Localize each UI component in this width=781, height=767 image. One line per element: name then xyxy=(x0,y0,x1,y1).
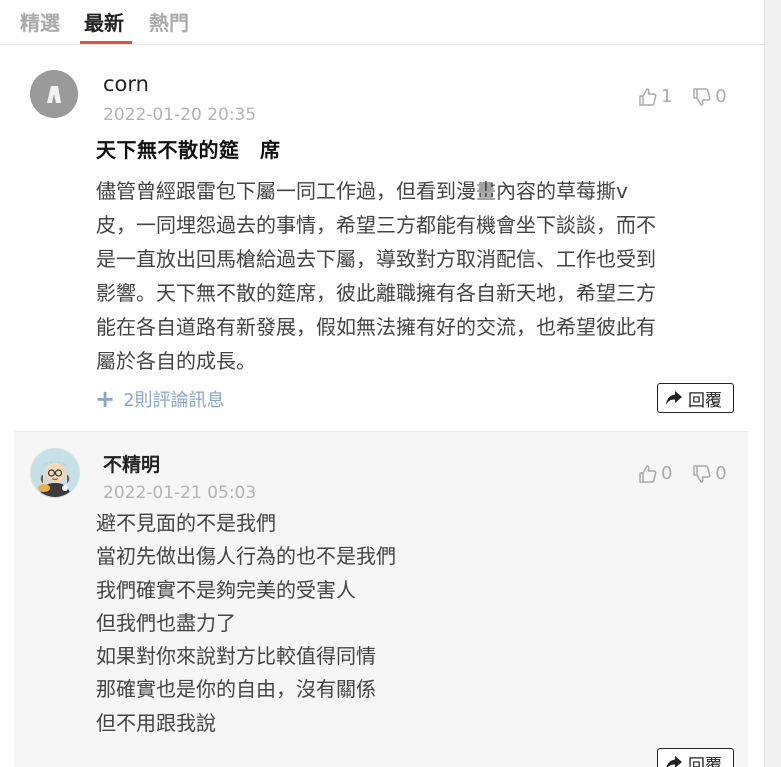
comment-body-line: 是一直放出回馬槍給過去下屬，導致對方取消配信、工作也受到 xyxy=(96,247,656,271)
comment-body-line: 能在各自道路有新發展，假如無法擁有好的交流，也希望彼此有 xyxy=(96,315,656,339)
share-arrow-icon xyxy=(666,756,682,767)
reply-button-label: 回覆 xyxy=(688,755,722,767)
comment-timestamp: 2022-01-20 20:35 xyxy=(103,105,257,125)
thumbs-up-icon xyxy=(639,464,657,483)
dislike-button[interactable]: 0 xyxy=(692,86,727,107)
comment-body-line: 如果對你來說對方比較值得同情 xyxy=(96,644,376,669)
scrollbar[interactable] xyxy=(764,0,781,767)
tab-featured[interactable]: 精選 xyxy=(20,6,60,40)
comment-body: 避不見面的不是我們 當初先做出傷人行為的也不是我們 我們確實不是夠完美的受害人 … xyxy=(96,507,696,740)
comment-body-line: 儘管曾經跟雷包下屬一同工作過，但看到漫畫內容的草莓撕v xyxy=(96,179,628,203)
tab-popular[interactable]: 熱門 xyxy=(149,6,189,40)
like-count: 1 xyxy=(661,86,673,107)
user-avatar-icon xyxy=(31,449,79,497)
comment-timestamp: 2022-01-21 05:03 xyxy=(103,483,257,503)
comment-body-line: 但不用跟我說 xyxy=(96,710,216,735)
thumbs-up-icon xyxy=(639,87,657,106)
default-avatar-icon xyxy=(30,70,78,118)
tab-latest[interactable]: 最新 xyxy=(84,6,124,40)
thumbs-down-icon xyxy=(693,87,711,106)
comment-body-line: 我們確實不是夠完美的受害人 xyxy=(96,577,356,602)
comment-body-line: 影響。天下無不散的筵席，彼此離職擁有各自新天地，希望三方 xyxy=(96,281,656,305)
vote-controls: 0 0 xyxy=(638,463,741,489)
comment-title: 天下無不散的筵 席 xyxy=(96,138,281,162)
plus-icon: + xyxy=(95,385,116,413)
dislike-button[interactable]: 0 xyxy=(692,463,727,484)
active-tab-indicator xyxy=(80,41,132,44)
comment-item: corn 2022-01-20 20:35 1 0 天下無不散的筵 席 儘管曾經… xyxy=(0,45,765,430)
comment-body-line: 但我們也盡力了 xyxy=(96,610,236,635)
comment-body-line: 屬於各自的成長。 xyxy=(96,349,256,373)
comment-username[interactable]: corn xyxy=(103,72,149,96)
dislike-count: 0 xyxy=(715,86,727,107)
reply-button-label: 回覆 xyxy=(688,390,722,411)
comment-item: 不精明 2022-01-21 05:03 0 0 避不見面的不是我們 當初先做出… xyxy=(14,431,748,767)
like-count: 0 xyxy=(661,463,673,484)
vote-controls: 1 0 xyxy=(638,86,741,112)
reply-button[interactable]: 回覆 xyxy=(657,748,734,767)
show-replies-link[interactable]: + 2則評論訊息 xyxy=(95,386,225,412)
replies-count-label: 2則評論訊息 xyxy=(123,390,225,411)
like-button[interactable]: 1 xyxy=(638,86,672,107)
reply-button[interactable]: 回覆 xyxy=(657,383,734,413)
avatar[interactable] xyxy=(30,70,78,118)
comment-body-line: 當初先做出傷人行為的也不是我們 xyxy=(96,544,396,569)
comments-page: 精選 最新 熱門 corn 2022-01-20 20:35 1 0 天下無不散… xyxy=(0,0,781,767)
dislike-count: 0 xyxy=(715,463,727,484)
share-arrow-icon xyxy=(666,391,682,405)
comment-body-line: 皮，一同埋怨過去的事情，希望三方都能有機會坐下談談，而不 xyxy=(96,213,656,237)
comment-body-line: 那確實也是你的自由，沒有關係 xyxy=(96,677,376,702)
comment-body: 儘管曾經跟雷包下屬一同工作過，但看到漫畫內容的草莓撕v 皮，一同埋怨過去的事情，… xyxy=(96,174,736,378)
like-button[interactable]: 0 xyxy=(638,463,672,484)
avatar[interactable] xyxy=(30,448,80,498)
comment-username[interactable]: 不精明 xyxy=(103,450,160,477)
thumbs-down-icon xyxy=(693,464,711,483)
sort-tabs: 精選 最新 熱門 xyxy=(0,0,765,45)
comment-body-line: 避不見面的不是我們 xyxy=(96,511,276,535)
